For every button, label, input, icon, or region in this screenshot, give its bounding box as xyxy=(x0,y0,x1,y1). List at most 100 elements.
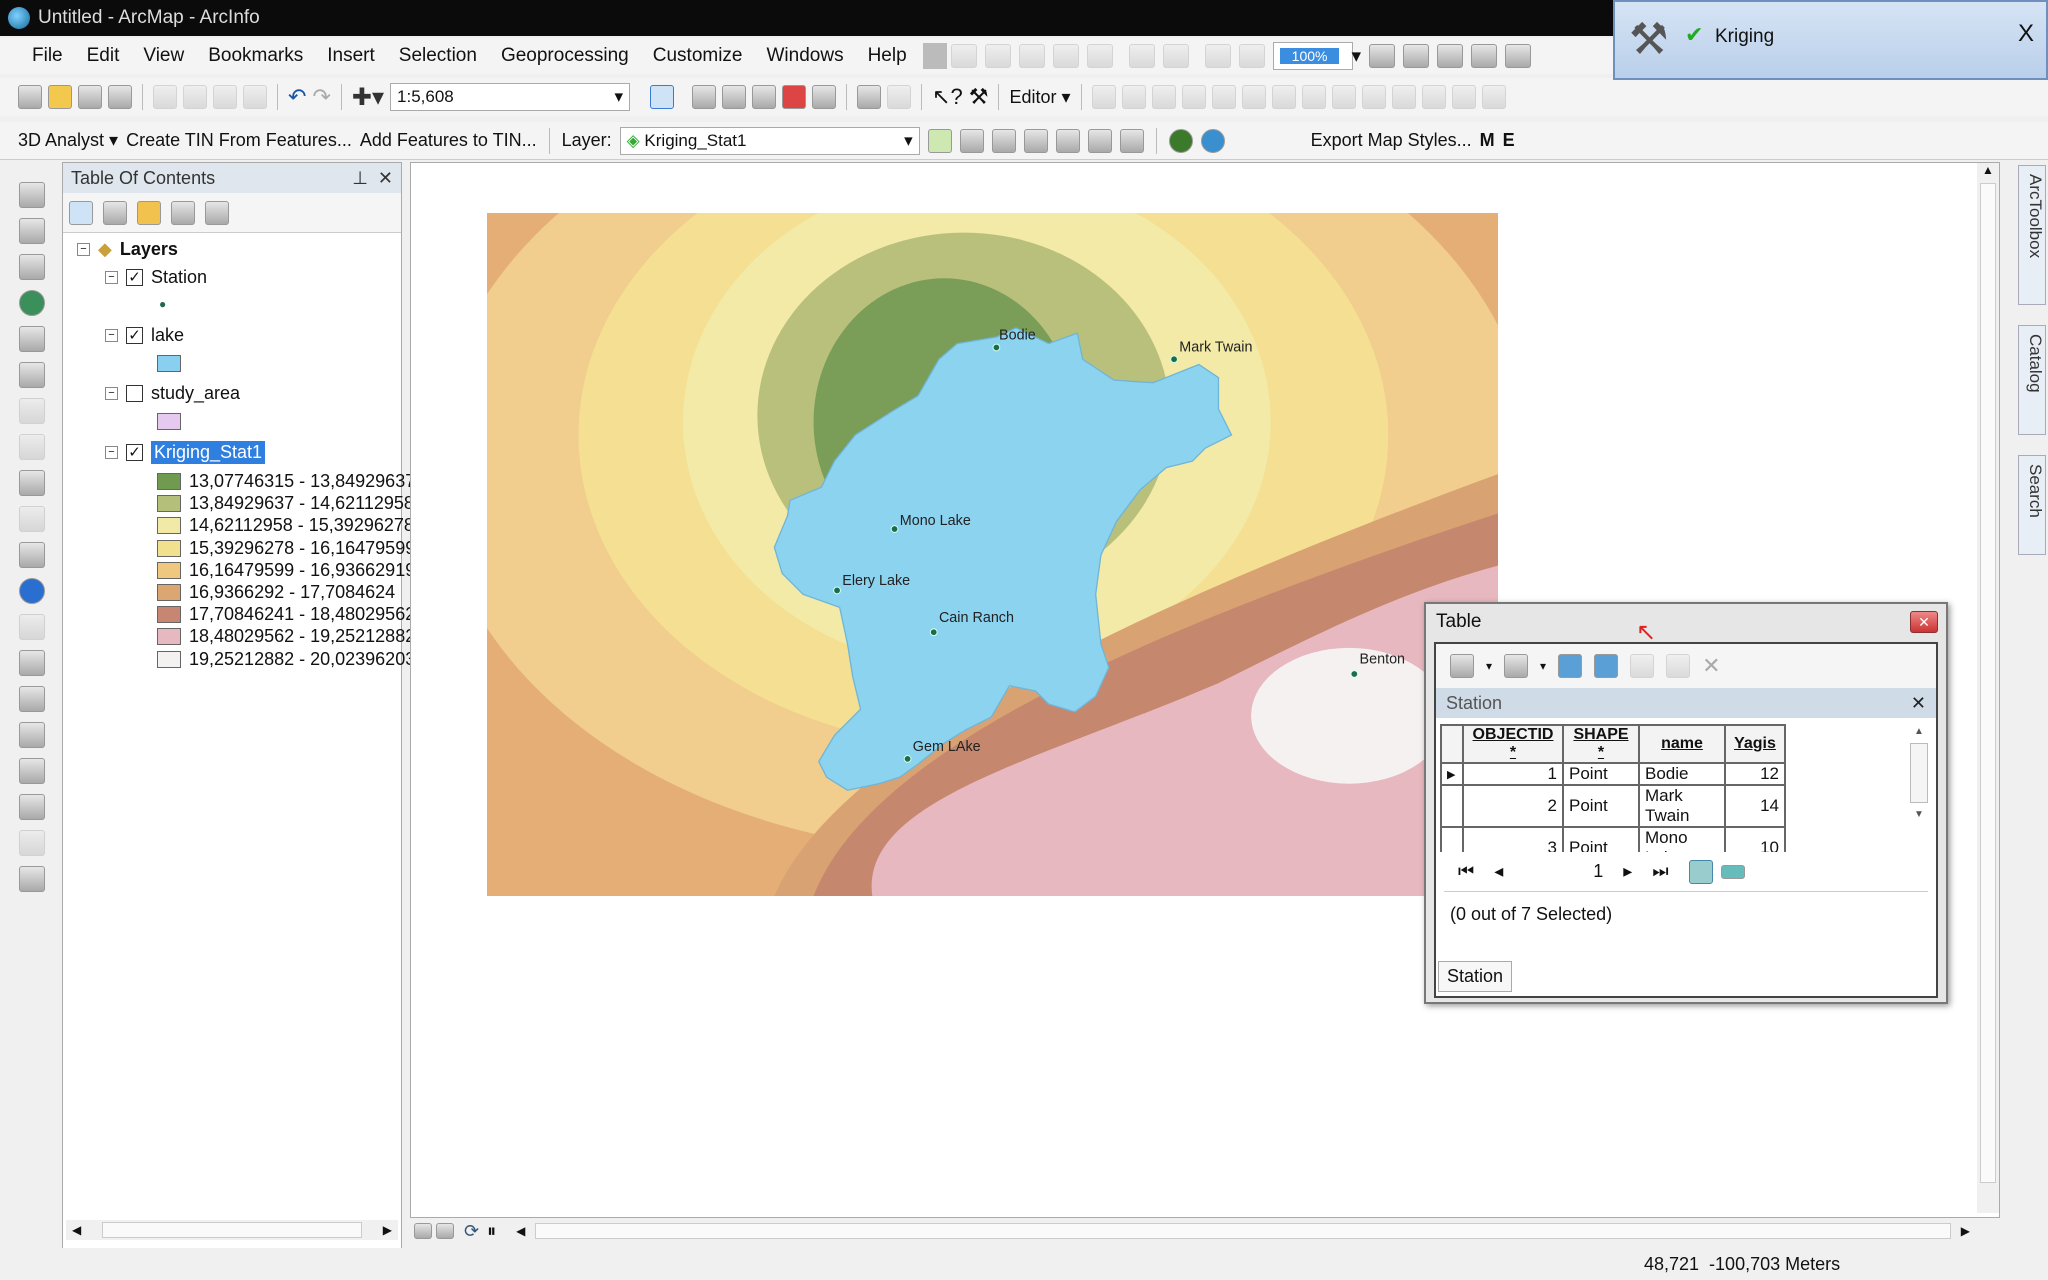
fit-page-icon[interactable] xyxy=(1086,44,1113,68)
arctoolbox-tab[interactable]: ArcToolbox xyxy=(2018,165,2046,305)
pan-hand-icon[interactable] xyxy=(19,254,45,280)
menu-help[interactable]: Help xyxy=(856,45,919,67)
go-to-xy-icon[interactable] xyxy=(19,794,45,820)
pause-drawing-icon[interactable]: ⏸ xyxy=(487,1221,496,1242)
show-selected-records-icon[interactable] xyxy=(1720,864,1745,879)
edit-annotation-icon[interactable] xyxy=(1121,85,1146,109)
toc-options-icon[interactable] xyxy=(205,200,229,225)
layer-lake[interactable]: − ✓ lake xyxy=(105,325,184,346)
station-point[interactable] xyxy=(1170,355,1178,364)
print-preview-icon[interactable] xyxy=(1504,44,1531,68)
layer-study-area[interactable]: − study_area xyxy=(105,383,240,404)
zoom-in-icon[interactable] xyxy=(19,182,45,208)
table-options-icon[interactable] xyxy=(1450,654,1474,678)
list-by-drawing-order-icon[interactable] xyxy=(69,200,93,225)
menu-bookmarks[interactable]: Bookmarks xyxy=(196,45,315,67)
menu-file[interactable]: File xyxy=(20,45,75,67)
station-point[interactable] xyxy=(903,754,912,763)
toggle-draft-icon[interactable] xyxy=(1368,44,1395,68)
table-row[interactable]: 3PointMono Lake10 xyxy=(1440,826,1786,852)
show-all-records-icon[interactable] xyxy=(1688,859,1713,884)
table-bottom-tab[interactable]: Station xyxy=(1438,961,1513,992)
list-by-visibility-icon[interactable] xyxy=(137,200,161,225)
hammer-icon[interactable]: ⚒ xyxy=(969,84,989,110)
split-icon[interactable] xyxy=(1361,85,1386,109)
collapse-icon[interactable]: − xyxy=(105,387,118,400)
select-features-icon[interactable] xyxy=(19,470,45,496)
layer-kriging[interactable]: − ✓ Kriging_Stat1 xyxy=(105,441,266,464)
html-popup-icon[interactable] xyxy=(19,650,45,676)
focus-data-frame-icon[interactable] xyxy=(1402,44,1429,68)
select-by-attributes-icon[interactable] xyxy=(1558,654,1583,678)
arctoolbox-icon[interactable] xyxy=(782,85,807,109)
create-features-icon[interactable] xyxy=(1481,85,1506,109)
column-header[interactable]: SHAPE * xyxy=(1562,724,1640,764)
add-data-icon[interactable]: ✚▾ xyxy=(352,83,384,112)
map-scale-combo[interactable]: 1:5,608 ▾ xyxy=(390,83,631,111)
full-extent-icon[interactable] xyxy=(1052,44,1079,68)
table-cell[interactable]: 3 xyxy=(1462,826,1564,852)
point-icon[interactable] xyxy=(1241,85,1266,109)
menu-edit[interactable]: Edit xyxy=(75,45,132,67)
hyperlink-icon[interactable] xyxy=(19,614,45,640)
layout-zoom-out-icon[interactable] xyxy=(1162,44,1189,68)
trace-icon[interactable] xyxy=(1211,85,1236,109)
table-cell[interactable]: Mark Twain xyxy=(1638,784,1726,828)
table-cell[interactable]: Point xyxy=(1562,826,1640,852)
zoom-out-fixed-icon[interactable] xyxy=(984,44,1011,68)
table-cell[interactable]: Point xyxy=(1562,784,1640,828)
e-button[interactable]: E xyxy=(1503,130,1515,151)
collapse-icon[interactable]: − xyxy=(77,243,90,256)
table-vertical-scrollbar[interactable]: ▲ ▼ xyxy=(1908,726,1930,846)
interpolate-line-icon[interactable] xyxy=(1055,128,1080,153)
steepest-path-icon[interactable] xyxy=(959,128,984,153)
scroll-left-icon[interactable]: ◀ xyxy=(72,1223,81,1237)
search-window-icon[interactable] xyxy=(752,85,777,109)
create-viewer-window-icon[interactable] xyxy=(19,866,45,892)
table-of-contents-icon[interactable] xyxy=(692,85,717,109)
map-horizontal-scrollbar[interactable]: ⟳ ⏸ ◀ ▶ xyxy=(410,1220,2000,1242)
menu-customize[interactable]: Customize xyxy=(641,45,755,67)
layout-zoom-icon[interactable] xyxy=(1128,44,1155,68)
switch-selection-icon[interactable] xyxy=(1594,654,1619,678)
menu-windows[interactable]: Windows xyxy=(755,45,856,67)
attributes-icon[interactable] xyxy=(1421,85,1446,109)
find-icon[interactable] xyxy=(19,722,45,748)
find-route-icon[interactable] xyxy=(19,758,45,784)
new-document-icon[interactable] xyxy=(18,85,42,109)
rotate-icon[interactable] xyxy=(1391,85,1416,109)
profile-graph-icon[interactable] xyxy=(1119,128,1144,153)
previous-record-icon[interactable]: ◂ xyxy=(1494,861,1503,882)
layer-checkbox[interactable]: ✓ xyxy=(126,444,143,461)
table-cell[interactable]: 14 xyxy=(1724,784,1786,828)
scroll-right-icon[interactable]: ▶ xyxy=(1961,1224,1970,1238)
arcglobe-icon[interactable] xyxy=(1200,128,1225,153)
scroll-right-icon[interactable]: ▶ xyxy=(383,1223,392,1237)
editor-toolbar-icon[interactable] xyxy=(650,85,675,109)
sketch-properties-icon[interactable] xyxy=(1451,85,1476,109)
catalog-window-icon[interactable] xyxy=(722,85,747,109)
station-point[interactable] xyxy=(833,586,841,595)
row-selector[interactable]: ▶ xyxy=(1440,762,1464,786)
interpolate-polygon-icon[interactable] xyxy=(1087,128,1112,153)
forward-extent-icon[interactable] xyxy=(1238,44,1265,68)
whats-this-icon[interactable]: ↖? xyxy=(932,84,963,110)
scroll-thumb[interactable] xyxy=(1910,743,1928,803)
3d-analyst-menu[interactable]: 3D Analyst ▾ xyxy=(18,130,118,151)
fixed-zoom-out-icon[interactable] xyxy=(19,362,45,388)
save-icon[interactable] xyxy=(78,85,102,109)
python-window-icon[interactable] xyxy=(812,85,837,109)
layout-view-icon[interactable] xyxy=(436,1223,454,1239)
end-point-arc-icon[interactable] xyxy=(1181,85,1206,109)
column-header[interactable]: OBJECTID * xyxy=(1462,724,1564,764)
cut-polygons-icon[interactable] xyxy=(1331,85,1356,109)
export-map-styles-button[interactable]: Export Map Styles... xyxy=(1311,130,1472,151)
row-selector[interactable] xyxy=(1440,784,1464,828)
cut-icon[interactable] xyxy=(153,85,177,109)
zoom-out-icon[interactable] xyxy=(19,218,45,244)
full-extent-globe-icon[interactable] xyxy=(19,290,45,316)
layers-root[interactable]: − ◆ Layers xyxy=(77,239,178,260)
last-record-icon[interactable]: ⏭ xyxy=(1652,861,1668,882)
data-view-icon[interactable] xyxy=(414,1223,432,1239)
station-point[interactable] xyxy=(992,343,1001,352)
